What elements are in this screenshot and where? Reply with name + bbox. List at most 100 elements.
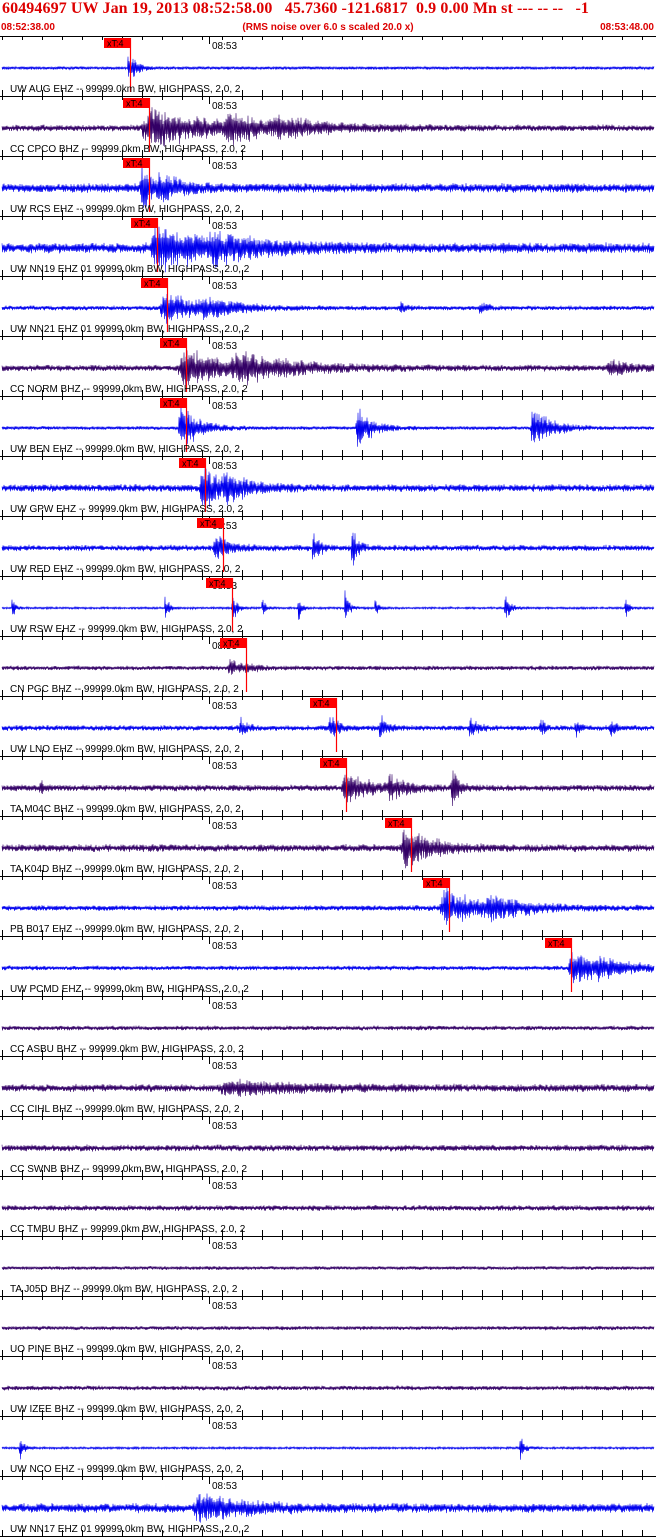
waveform-trace <box>1 1325 655 1331</box>
station-label: UW RED EHZ -- 99999.0km BW, HIGHPASS, 2.… <box>10 564 241 575</box>
pick-label: xT:4 <box>209 579 226 589</box>
trace-row: 08:53 UO PINE BHZ -- 99999.0km BW, HIGHPA… <box>0 1296 656 1356</box>
minute-tick-label: 08:53 <box>212 41 237 52</box>
waveform-trace <box>1 468 655 507</box>
pick-label: xT:4 <box>144 279 161 289</box>
plot-header: 60494697 UW Jan 19, 2013 08:52:58.00 45.… <box>0 0 656 36</box>
minute-tick-label: 08:53 <box>212 1301 237 1312</box>
trace-row: 08:53 xT:4 PB B017 EHZ -- 99999.0km BW, HI… <box>0 876 656 936</box>
waveform-trace <box>1 659 655 675</box>
trace-row: 08:53xT:4UW RED EHZ -- 99999.0km BW, HIG… <box>0 516 656 576</box>
station-label: UW NN17 EHZ 01 99999.0km BW, HIGHPASS, 2… <box>10 1524 250 1535</box>
minute-tick-label: 08:53 <box>212 701 237 712</box>
waveform-trace <box>1 532 655 566</box>
seismogram-panel: 08:53 xT:4 UW AUG EHZ -- 99999.0km BW, HIG… <box>0 36 656 1537</box>
station-label: UO PINE BHZ -- 99999.0km BW, HIGHPASS, 2… <box>10 1344 241 1355</box>
minute-tick-label: 08:53 <box>212 1181 237 1192</box>
minute-tick-label: 08:53 <box>212 1061 237 1072</box>
minute-tick-label: 08:53 <box>212 881 237 892</box>
station-label: UW NCO EHZ -- 99999.0km BW, HIGHPASS, 2.… <box>10 1464 242 1475</box>
trace-row: 08:53 UW IZEE BHZ -- 99999.0km BW, HIGHPA… <box>0 1356 656 1416</box>
waveform-trace <box>1 162 655 208</box>
station-label: PB B017 EHZ -- 99999.0km BW, HIGHPASS, 2… <box>10 924 240 935</box>
minute-tick-label: 08:53 <box>212 1001 237 1012</box>
waveform-trace <box>1 350 655 386</box>
waveform-trace <box>1 1438 655 1460</box>
pick-label: xT:4 <box>126 159 143 169</box>
pick-label: xT:4 <box>313 699 330 709</box>
waveform-trace <box>1 1493 655 1523</box>
station-label: UW RSW EHZ -- 99999.0km BW, HIGHPASS, 2.… <box>10 624 243 635</box>
trace-row: 08:53 xT:4 UW GPW EHZ -- 99999.0km BW, HIG… <box>0 456 656 516</box>
waveform-trace <box>1 1025 655 1031</box>
waveform-trace <box>1 829 655 869</box>
waveform-trace <box>1 56 655 77</box>
pick-label: xT:4 <box>182 459 199 469</box>
end-time: 08:53:48.00 <box>600 22 654 33</box>
station-label: UW LNO EHZ -- 99999.0km BW, HIGHPASS, 2.… <box>10 744 240 755</box>
minute-tick-label: 08:53 <box>212 1121 237 1132</box>
trace-row: 08:53 xT:4 CC NORM BHZ -- 99999.0km BW, HI… <box>0 336 656 396</box>
trace-row: 08:53 xT:4 CC CPCO BHZ -- 99999.0km BW, HI… <box>0 96 656 156</box>
trace-row: 08:53 xT:4 UW AUG EHZ -- 99999.0km BW, HIG… <box>0 36 656 96</box>
waveform-trace <box>1 1144 655 1152</box>
pick-label: xT:4 <box>134 219 151 229</box>
pick-label: xT:4 <box>426 879 443 889</box>
station-label: UW NN19 EHZ 01 99999.0km BW, HIGHPASS, 2… <box>10 264 250 275</box>
trace-row: 08:53xT:4UW RSW EHZ -- 99999.0km BW, HIG… <box>0 576 656 636</box>
waveform-trace <box>1 590 655 624</box>
station-label: UW NN21 EHZ 01 99999.0km BW, HIGHPASS, 2… <box>10 324 250 335</box>
minute-tick-label: 08:53 <box>212 161 237 172</box>
pick-label: xT:4 <box>163 399 180 409</box>
station-label: CC NORM BHZ -- 99999.0km BW, HIGHPASS, 2… <box>10 384 248 395</box>
station-label: TA M04C BHZ -- 99999.0km BW, HIGHPASS, 2… <box>10 804 241 815</box>
trace-row: 08:53 xT:4 TA M04C BHZ -- 99999.0km BW, HI… <box>0 756 656 816</box>
trace-row: 08:53 xT:4 UW PCMD EHZ -- 99999.0km BW, HI… <box>0 936 656 996</box>
station-label: CN PGC BHZ -- 99999.0km BW, HIGHPASS, 2.… <box>10 684 239 695</box>
station-label: CC TMBU BHZ -- 99999.0km BW, HIGHPASS, 2… <box>10 1224 246 1235</box>
minute-tick-label: 08:53 <box>212 461 237 472</box>
trace-row: 08:53 CC CIHL BHZ -- 99999.0km BW, HIGHPA… <box>0 1056 656 1116</box>
station-label: TA J05D BHZ -- 99999.0km BW, HIGHPASS, 2… <box>10 1284 238 1295</box>
trace-row: 08:53 UW NCO EHZ -- 99999.0km BW, HIGHPAS… <box>0 1416 656 1476</box>
minute-tick-label: 08:53 <box>212 821 237 832</box>
trace-row: 08:53 CC TMBU BHZ -- 99999.0km BW, HIGHPA… <box>0 1176 656 1236</box>
waveform-trace <box>1 1204 655 1212</box>
event-title: 60494697 UW Jan 19, 2013 08:52:58.00 45.… <box>2 0 590 17</box>
trace-row: 08:53 CC ASBU BHZ -- 99999.0km BW, HIGHPA… <box>0 996 656 1056</box>
station-label: UW RCS EHZ -- 99999.0km BW, HIGHPASS, 2.… <box>10 204 241 215</box>
waveform-trace <box>1 1078 655 1097</box>
minute-tick-label: 08:53 <box>212 941 237 952</box>
trace-row: 08:53 CC SWNB BHZ -- 99999.0km BW, HIGHPA… <box>0 1116 656 1176</box>
trace-row: 08:53 xT:4 UW LNO EHZ -- 99999.0km BW, HIG… <box>0 696 656 756</box>
pick-label: xT:4 <box>388 819 405 829</box>
minute-tick-label: 08:53 <box>212 761 237 772</box>
pick-label: xT:4 <box>163 339 180 349</box>
trace-row: 08:53 xT:4 UW NN19 EHZ 01 99999.0km BW, HI… <box>0 216 656 276</box>
waveform-trace <box>1 770 655 807</box>
station-label: CC SWNB BHZ -- 99999.0km BW, HIGHPASS, 2… <box>10 1164 248 1175</box>
station-label: CC CIHL BHZ -- 99999.0km BW, HIGHPASS, 2… <box>10 1104 240 1115</box>
pick-label: xT:4 <box>323 759 340 769</box>
minute-tick-label: 08:53 <box>212 281 237 292</box>
waveform-trace <box>1 952 655 984</box>
trace-row: 08:53 xT:4 TA K04D BHZ -- 99999.0km BW, HI… <box>0 816 656 876</box>
waveform-trace <box>1 404 655 447</box>
minute-tick-label: 08:53 <box>212 1361 237 1372</box>
waveform-trace <box>1 1385 655 1391</box>
pick-label: xT:4 <box>200 519 217 529</box>
station-label: UW AUG EHZ -- 99999.0km BW, HIGHPASS, 2.… <box>10 84 241 95</box>
minute-tick-label: 08:53 <box>212 101 237 112</box>
rms-note: (RMS noise over 6.0 s scaled 20.0 x) <box>242 22 414 33</box>
waveform-trace <box>1 715 655 738</box>
minute-tick-label: 08:53 <box>212 1241 237 1252</box>
station-label: UW GPW EHZ -- 99999.0km BW, HIGHPASS, 2.… <box>10 504 244 515</box>
minute-tick-label: 08:53 <box>212 341 237 352</box>
trace-row: 08:53 xT:4 UW RCS EHZ -- 99999.0km BW, HIG… <box>0 156 656 216</box>
station-label: TA K04D BHZ -- 99999.0km BW, HIGHPASS, 2… <box>10 864 240 875</box>
waveform-trace <box>1 1265 655 1271</box>
station-label: CC CPCO BHZ -- 99999.0km BW, HIGHPASS, 2… <box>10 144 246 155</box>
waveform-trace <box>1 293 655 324</box>
pick-label: xT:4 <box>107 39 124 49</box>
waveform-trace <box>1 887 655 925</box>
